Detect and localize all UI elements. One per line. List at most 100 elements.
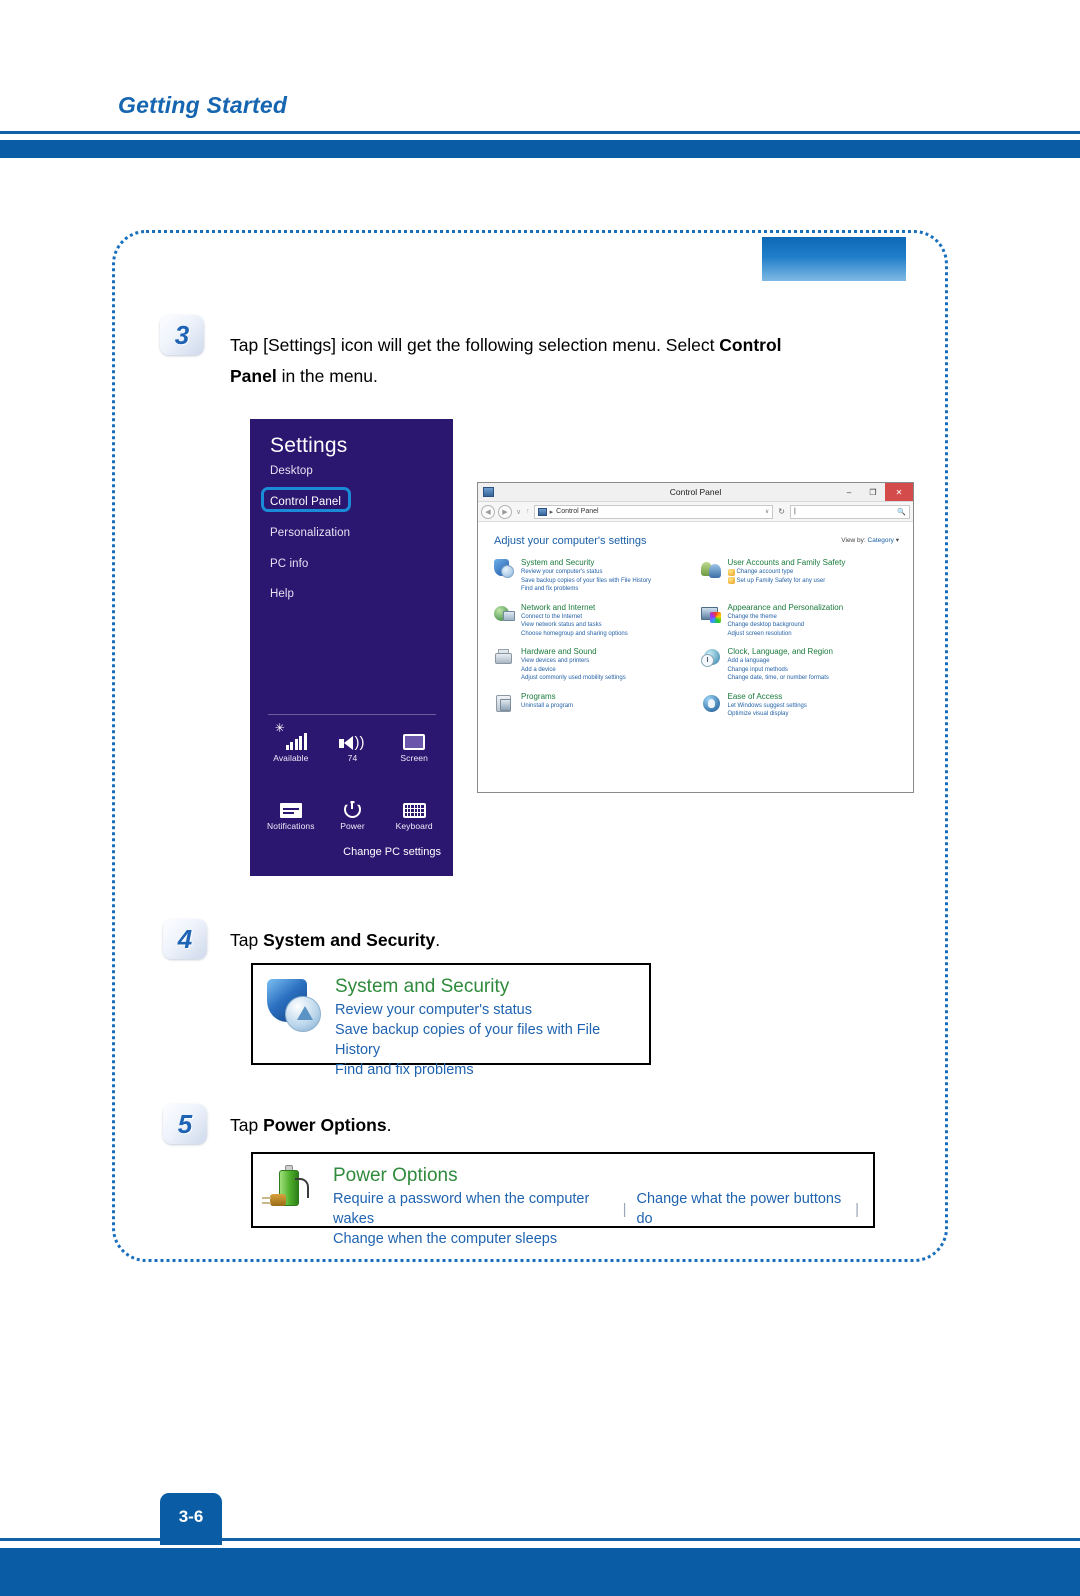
- step-badge-4: 4: [163, 919, 207, 959]
- uac-shield-icon: [727, 577, 735, 585]
- refresh-icon[interactable]: ↻: [776, 507, 787, 516]
- category-link[interactable]: Find and fix problems: [521, 585, 651, 594]
- category-link[interactable]: Choose homegroup and sharing options: [521, 630, 628, 639]
- charm-quick-wifi[interactable]: ✳ Available: [260, 722, 322, 776]
- category-link[interactable]: Change desktop background: [728, 621, 844, 630]
- category-programs[interactable]: Programs Uninstall a program: [494, 692, 691, 719]
- power-options-callout[interactable]: Power Options Require a password when th…: [251, 1152, 875, 1247]
- category-link[interactable]: Connect to the Internet: [521, 613, 628, 622]
- category-title[interactable]: Network and Internet: [521, 603, 628, 612]
- settings-charm-title: Settings: [270, 434, 348, 457]
- category-system-and-security[interactable]: System and Security Review your computer…: [494, 558, 691, 594]
- chevron-down-icon[interactable]: ∨: [765, 508, 769, 515]
- back-icon[interactable]: ◀: [481, 504, 495, 519]
- up-icon[interactable]: ↑: [525, 508, 531, 515]
- callout-link[interactable]: Review your computer's status: [335, 1000, 635, 1020]
- category-link[interactable]: Change date, time, or number formats: [728, 674, 833, 683]
- address-breadcrumb[interactable]: ▸ Control Panel ∨: [533, 504, 774, 519]
- category-link[interactable]: Save backup copies of your files with Fi…: [521, 577, 651, 586]
- category-link[interactable]: View devices and printers: [521, 657, 626, 666]
- charm-item-pc-info[interactable]: PC info: [270, 558, 308, 570]
- charm-quick-wifi-label: Available: [273, 753, 309, 763]
- category-link[interactable]: Change the theme: [728, 613, 844, 622]
- charm-divider: [268, 714, 436, 715]
- callout-link[interactable]: Change when the computer sleeps: [333, 1229, 859, 1249]
- category-title[interactable]: System and Security: [521, 558, 651, 567]
- volume-icon: )): [339, 724, 364, 750]
- forward-icon[interactable]: ▶: [498, 504, 512, 519]
- callout-link[interactable]: Change what the power buttons do: [636, 1189, 845, 1229]
- maximize-button[interactable]: ❐: [861, 483, 885, 501]
- search-input[interactable]: | 🔍: [790, 504, 910, 519]
- callout-title[interactable]: Power Options: [333, 1164, 859, 1187]
- category-clock-language-and-region[interactable]: Clock, Language, and Region Add a langua…: [700, 647, 898, 683]
- power-icon: [343, 792, 361, 818]
- settings-charm-panel: Settings Desktop Control Panel Personali…: [250, 419, 453, 876]
- header-divider-thick: [0, 140, 1080, 158]
- charm-item-control-panel[interactable]: Control Panel: [270, 496, 341, 508]
- category-title[interactable]: Programs: [521, 692, 573, 701]
- category-title[interactable]: Ease of Access: [728, 692, 807, 701]
- close-button[interactable]: ✕: [885, 483, 913, 501]
- category-title[interactable]: Appearance and Personalization: [728, 603, 844, 612]
- minimize-button[interactable]: –: [837, 483, 861, 501]
- callout-link[interactable]: Find and fix problems: [335, 1060, 635, 1080]
- category-appearance-and-personalization[interactable]: Appearance and Personalization Change th…: [700, 603, 898, 639]
- category-network-and-internet[interactable]: Network and Internet Connect to the Inte…: [494, 603, 691, 639]
- step-4-text-prefix: Tap: [230, 930, 264, 950]
- search-icon[interactable]: 🔍: [897, 508, 906, 516]
- system-and-security-callout[interactable]: System and Security Review your computer…: [251, 963, 651, 1078]
- category-link[interactable]: Add a language: [728, 657, 833, 666]
- charm-quick-volume[interactable]: )) 74: [322, 724, 384, 776]
- category-link[interactable]: Change account type: [727, 568, 846, 577]
- category-link[interactable]: View network status and tasks: [521, 621, 628, 630]
- category-link[interactable]: Adjust screen resolution: [728, 630, 844, 639]
- callout-links-row: Require a password when the computer wak…: [333, 1189, 859, 1229]
- view-by-caret-icon[interactable]: ▾: [896, 537, 899, 544]
- category-title[interactable]: Clock, Language, and Region: [728, 647, 833, 656]
- category-link[interactable]: Set up Family Safety for any user: [727, 577, 846, 586]
- shield-icon: [494, 559, 515, 580]
- step-5-text-prefix: Tap: [230, 1115, 264, 1135]
- charm-quick-screen[interactable]: Screen: [383, 724, 445, 776]
- charm-quick-power[interactable]: Power: [322, 792, 384, 844]
- view-by-control[interactable]: View by: Category ▾: [841, 536, 899, 544]
- category-link[interactable]: Change input methods: [728, 666, 833, 675]
- category-link[interactable]: Uninstall a program: [521, 702, 573, 711]
- uac-shield-icon: [727, 568, 735, 576]
- charm-item-help[interactable]: Help: [270, 588, 294, 600]
- category-link[interactable]: Adjust commonly used mobility settings: [521, 674, 626, 683]
- category-title[interactable]: User Accounts and Family Safety: [728, 558, 846, 567]
- callout-link[interactable]: Require a password when the computer wak…: [333, 1189, 613, 1229]
- charm-item-personalization[interactable]: Personalization: [270, 527, 350, 539]
- charm-quick-icons: ✳ Available )) 74 Screen Notifications P…: [260, 722, 445, 844]
- step-3-text-suffix: in the menu.: [276, 366, 378, 386]
- category-link[interactable]: Optimize visual display: [728, 710, 807, 719]
- category-link[interactable]: Let Windows suggest settings: [728, 702, 807, 711]
- step-5-text: Tap Power Options.: [230, 1110, 830, 1141]
- system-and-security-callout-text: System and Security Review your computer…: [335, 975, 635, 1078]
- category-user-accounts-and-family-safety[interactable]: User Accounts and Family Safety Change a…: [700, 558, 898, 594]
- callout-link[interactable]: Save backup copies of your files with Fi…: [335, 1020, 635, 1060]
- shield-icon-large: [267, 975, 323, 1053]
- window-controls: – ❐ ✕: [837, 483, 913, 501]
- category-link[interactable]: Review your computer's status: [521, 568, 651, 577]
- users-icon: [700, 559, 722, 580]
- category-link[interactable]: Add a device: [521, 666, 626, 675]
- category-title[interactable]: Hardware and Sound: [521, 647, 626, 656]
- change-pc-settings-link[interactable]: Change PC settings: [343, 846, 441, 858]
- view-by-value: Category: [867, 537, 894, 544]
- charm-quick-notifications[interactable]: Notifications: [260, 792, 322, 844]
- control-panel-heading: Adjust your computer's settings: [494, 535, 647, 547]
- search-caret: |: [794, 508, 796, 515]
- callout-title[interactable]: System and Security: [335, 975, 635, 998]
- history-dropdown-icon[interactable]: ∨: [515, 508, 522, 516]
- control-panel-window: Control Panel – ❐ ✕ ◀ ▶ ∨ ↑ ▸ Control Pa…: [477, 482, 914, 793]
- category-hardware-and-sound[interactable]: Hardware and Sound View devices and prin…: [494, 647, 691, 683]
- category-ease-of-access[interactable]: Ease of Access Let Windows suggest setti…: [701, 692, 898, 719]
- charm-quick-keyboard[interactable]: Keyboard: [383, 792, 445, 844]
- step-5-text-bold: Power Options: [263, 1115, 387, 1135]
- view-by-label: View by:: [841, 537, 866, 544]
- charm-item-desktop[interactable]: Desktop: [270, 465, 313, 477]
- category-link-label: Set up Family Safety for any user: [736, 577, 826, 584]
